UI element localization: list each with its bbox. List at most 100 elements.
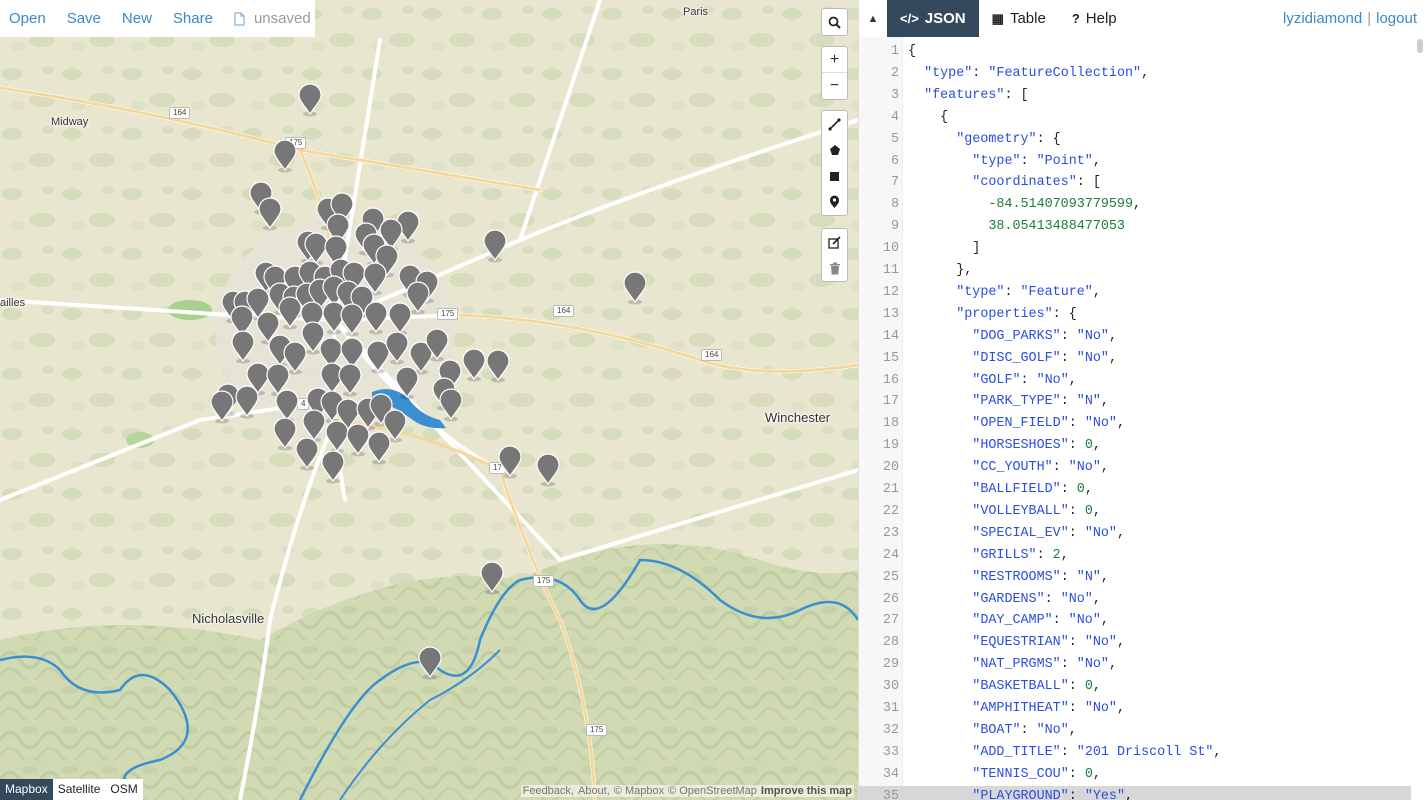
code-line[interactable]: 28 "EQUESTRIAN": "No", xyxy=(859,632,1411,654)
code-line[interactable]: 31 "AMPHITHEAT": "No", xyxy=(859,698,1411,720)
map-marker[interactable] xyxy=(325,420,349,454)
editor-scrollbar[interactable] xyxy=(1417,39,1423,53)
map-marker[interactable] xyxy=(258,197,282,231)
map-marker[interactable] xyxy=(235,385,259,419)
code-line[interactable]: 17 "PARK_TYPE": "N", xyxy=(859,391,1411,413)
code-line[interactable]: 20 "CC_YOUTH": "No", xyxy=(859,457,1411,479)
map-marker[interactable] xyxy=(338,363,362,397)
improve-map-link[interactable]: Improve this map xyxy=(761,785,852,797)
zoom-out-button[interactable]: − xyxy=(822,73,847,99)
search-button[interactable] xyxy=(822,9,847,35)
line-number: 27 xyxy=(882,613,899,629)
code-line[interactable]: 21 "BALLFIELD": 0, xyxy=(859,479,1411,501)
zoom-in-button[interactable]: + xyxy=(822,47,847,73)
map-marker[interactable] xyxy=(388,302,412,336)
code-line[interactable]: 30 "BASKETBALL": 0, xyxy=(859,676,1411,698)
code-line[interactable]: 6 "type": "Point", xyxy=(859,151,1411,173)
map-marker[interactable] xyxy=(498,445,522,479)
code-line[interactable]: 32 "BOAT": "No", xyxy=(859,720,1411,742)
code-line[interactable]: 25 "RESTROOMS": "N", xyxy=(859,567,1411,589)
draw-line-button[interactable] xyxy=(822,111,847,137)
map-marker[interactable] xyxy=(364,301,388,335)
map-marker[interactable] xyxy=(366,340,390,374)
code-line[interactable]: 12 "type": "Feature", xyxy=(859,282,1411,304)
collapse-map-button[interactable]: ▲ xyxy=(859,0,887,37)
delete-layers-button[interactable] xyxy=(822,255,847,281)
draw-polygon-button[interactable] xyxy=(822,137,847,163)
code-line[interactable]: 16 "GOLF": "No", xyxy=(859,370,1411,392)
logout-link[interactable]: logout xyxy=(1376,10,1417,27)
map-canvas[interactable]: Paris Midway ailles Winchester Nicholasv… xyxy=(0,0,858,800)
new-button[interactable]: New xyxy=(122,10,152,27)
code-line[interactable]: 27 "DAY_CAMP": "No", xyxy=(859,610,1411,632)
map-marker[interactable] xyxy=(367,431,391,465)
json-editor[interactable]: 1{2 "type": "FeatureCollection", 3 "featu… xyxy=(859,37,1425,800)
draw-rectangle-button[interactable] xyxy=(822,163,847,189)
osm-link[interactable]: © OpenStreetMap xyxy=(668,785,757,797)
code-line[interactable]: 7 "coordinates": [ xyxy=(859,172,1411,194)
code-line[interactable]: 5 "geometry": { xyxy=(859,129,1411,151)
map-marker[interactable] xyxy=(231,330,255,364)
map-marker[interactable] xyxy=(623,271,647,305)
map-marker[interactable] xyxy=(395,366,419,400)
map-marker[interactable] xyxy=(340,303,364,337)
share-button[interactable]: Share xyxy=(173,10,213,27)
about-link[interactable]: About, xyxy=(578,785,610,797)
map-marker[interactable] xyxy=(536,453,560,487)
code-line[interactable]: 4 { xyxy=(859,107,1411,129)
code-line[interactable]: 26 "GARDENS": "No", xyxy=(859,589,1411,611)
save-button[interactable]: Save xyxy=(67,10,101,27)
code-text: "NAT_PRGMS": "No", xyxy=(972,657,1117,673)
tab-help[interactable]: ? Help xyxy=(1059,0,1130,37)
code-line[interactable]: 14 "DOG_PARKS": "No", xyxy=(859,326,1411,348)
draw-marker-button[interactable] xyxy=(822,189,847,215)
line-number: 6 xyxy=(890,153,899,169)
map-marker[interactable] xyxy=(385,331,409,365)
feedback-link[interactable]: Feedback, xyxy=(523,785,574,797)
code-line[interactable]: 24 "GRILLS": 2, xyxy=(859,545,1411,567)
code-line[interactable]: 15 "DISC_GOLF": "No", xyxy=(859,348,1411,370)
code-line[interactable]: 22 "VOLLEYBALL": 0, xyxy=(859,501,1411,523)
code-text: "features": [ xyxy=(924,87,1029,103)
code-line[interactable]: 8 -84.51407093779599, xyxy=(859,194,1411,216)
code-line[interactable]: 23 "SPECIAL_EV": "No", xyxy=(859,523,1411,545)
map-marker[interactable] xyxy=(273,417,297,451)
code-line[interactable]: 34 "TENNIS_COU": 0, xyxy=(859,764,1411,786)
code-line[interactable]: 11 }, xyxy=(859,260,1411,282)
map-marker[interactable] xyxy=(480,561,504,595)
code-line[interactable]: 2 "type": "FeatureCollection", xyxy=(859,63,1411,85)
tab-json-label: JSON xyxy=(924,10,966,27)
map-marker[interactable] xyxy=(486,349,510,383)
username-link[interactable]: lyzidiamond xyxy=(1283,10,1362,27)
code-line[interactable]: 3 "features": [ xyxy=(859,85,1411,107)
map-marker[interactable] xyxy=(273,139,297,173)
map-marker[interactable] xyxy=(278,296,302,330)
open-button[interactable]: Open xyxy=(9,10,46,27)
code-line[interactable]: 1{ xyxy=(859,41,1411,63)
code-line[interactable]: 9 38.05413488477053 xyxy=(859,216,1411,238)
mapbox-link[interactable]: © Mapbox xyxy=(614,785,664,797)
code-line[interactable]: 10 ] xyxy=(859,238,1411,260)
code-line[interactable]: 13 "properties": { xyxy=(859,304,1411,326)
map-marker[interactable] xyxy=(321,450,345,484)
map-marker[interactable] xyxy=(483,229,507,263)
map-marker[interactable] xyxy=(418,646,442,680)
layer-satellite[interactable]: Satellite xyxy=(53,779,106,800)
map-marker[interactable] xyxy=(462,348,486,382)
edit-layers-button[interactable] xyxy=(822,229,847,255)
layer-mapbox[interactable]: Mapbox xyxy=(0,779,53,800)
code-line[interactable]: 33 "ADD_TITLE": "201 Driscoll St", xyxy=(859,742,1411,764)
code-line[interactable]: 18 "OPEN_FIELD": "No", xyxy=(859,413,1411,435)
tab-json[interactable]: </> JSON xyxy=(887,0,979,37)
map-marker[interactable] xyxy=(295,437,319,471)
map-marker[interactable] xyxy=(346,423,370,457)
code-line[interactable]: 29 "NAT_PRGMS": "No", xyxy=(859,654,1411,676)
code-text: }, xyxy=(908,263,973,278)
map-marker[interactable] xyxy=(439,388,463,422)
tab-table[interactable]: ▦ Table xyxy=(979,0,1059,37)
code-line[interactable]: 19 "HORSESHOES": 0, xyxy=(859,435,1411,457)
map-marker[interactable] xyxy=(298,83,322,117)
map-marker[interactable] xyxy=(210,390,234,424)
layer-osm[interactable]: OSM xyxy=(105,779,142,800)
code-line[interactable]: 35 "PLAYGROUND": "Yes", xyxy=(859,785,1411,800)
